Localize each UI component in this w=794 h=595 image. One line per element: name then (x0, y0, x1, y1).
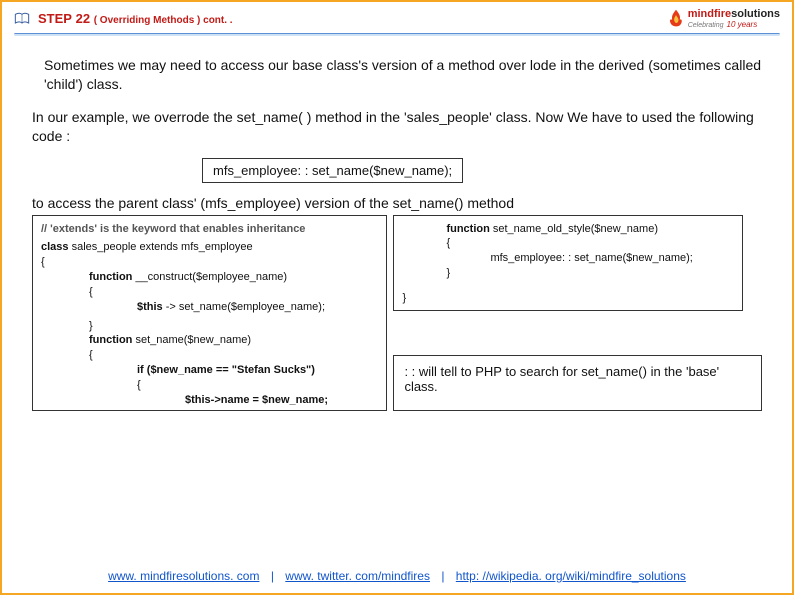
step-title: STEP 22 ( Overriding Methods ) cont. . (38, 11, 233, 26)
footer-link-twitter[interactable]: www. twitter. com/mindfires (285, 569, 430, 583)
code-text: if ($new_name == "Stefan Sucks") (137, 364, 315, 376)
paragraph-1: Sometimes we may need to access our base… (44, 56, 762, 94)
paragraph-2: In our example, we overrode the set_name… (32, 108, 762, 146)
code-box-right: function set_name_old_style($new_name) {… (393, 215, 743, 311)
code-text: mfs_employee: : set_name($new_name); (402, 251, 734, 266)
code-text: set_name_old_style($new_name) (490, 223, 658, 235)
header-divider (14, 33, 780, 36)
code-text: { (402, 236, 734, 251)
code-text: { (41, 348, 378, 363)
brand-logo: mindfiresolutions Celebrating 10 years (668, 8, 780, 29)
code-columns: // 'extends' is the keyword that enables… (32, 215, 762, 411)
logo-brand2: solutions (731, 8, 780, 20)
kw-function: function (446, 223, 489, 235)
flame-icon (668, 9, 684, 29)
logo-brand1: mindfire (688, 8, 731, 20)
code-text: __construct($employee_name) (132, 271, 287, 283)
note-box: : : will tell to PHP to search for set_n… (393, 355, 762, 411)
footer-link-wiki[interactable]: http: //wikipedia. org/wiki/mindfire_sol… (456, 569, 686, 583)
content-area: Sometimes we may need to access our base… (2, 40, 792, 411)
kw-class: class (41, 241, 69, 253)
code-text: } (402, 266, 734, 281)
code-text: -> set_name($employee_name); (163, 301, 325, 313)
separator: | (441, 569, 444, 583)
inline-code: mfs_employee: : set_name($new_name); (202, 158, 463, 183)
paragraph-3: to access the parent class' (mfs_employe… (32, 195, 762, 211)
logo-years: 10 years (727, 20, 758, 29)
code-comment: // 'extends' is the keyword that enables… (41, 223, 305, 235)
step-label: STEP (38, 11, 72, 26)
step-number: 22 (76, 11, 90, 26)
logo-text-group: mindfiresolutions Celebrating 10 years (688, 8, 780, 29)
step-subtitle: ( Overriding Methods ) cont. . (94, 15, 233, 26)
code-text: } (41, 408, 378, 411)
code-text: } (41, 319, 378, 334)
code-text: $this->name = $new_name; (185, 394, 328, 406)
code-text: sales_people extends mfs_employee (69, 241, 253, 253)
code-box-left: // 'extends' is the keyword that enables… (32, 215, 387, 411)
logo-tagline: Celebrating (688, 22, 724, 29)
separator: | (271, 569, 274, 583)
kw-this: $this (137, 301, 163, 313)
header-row: STEP 22 ( Overriding Methods ) cont. . m… (2, 2, 792, 33)
right-column: function set_name_old_style($new_name) {… (393, 215, 762, 411)
code-text: } (402, 291, 734, 306)
code-text: { (41, 255, 378, 270)
code-text: set_name($new_name) (132, 334, 251, 346)
header-left: STEP 22 ( Overriding Methods ) cont. . (14, 11, 233, 26)
footer-links: www. mindfiresolutions. com | www. twitt… (2, 569, 792, 583)
kw-function: function (89, 271, 132, 283)
slide-page: STEP 22 ( Overriding Methods ) cont. . m… (0, 0, 794, 595)
footer-link-site[interactable]: www. mindfiresolutions. com (108, 569, 259, 583)
kw-function: function (89, 334, 132, 346)
book-icon (14, 12, 30, 26)
code-text: { (41, 378, 378, 393)
code-text: { (41, 285, 378, 300)
